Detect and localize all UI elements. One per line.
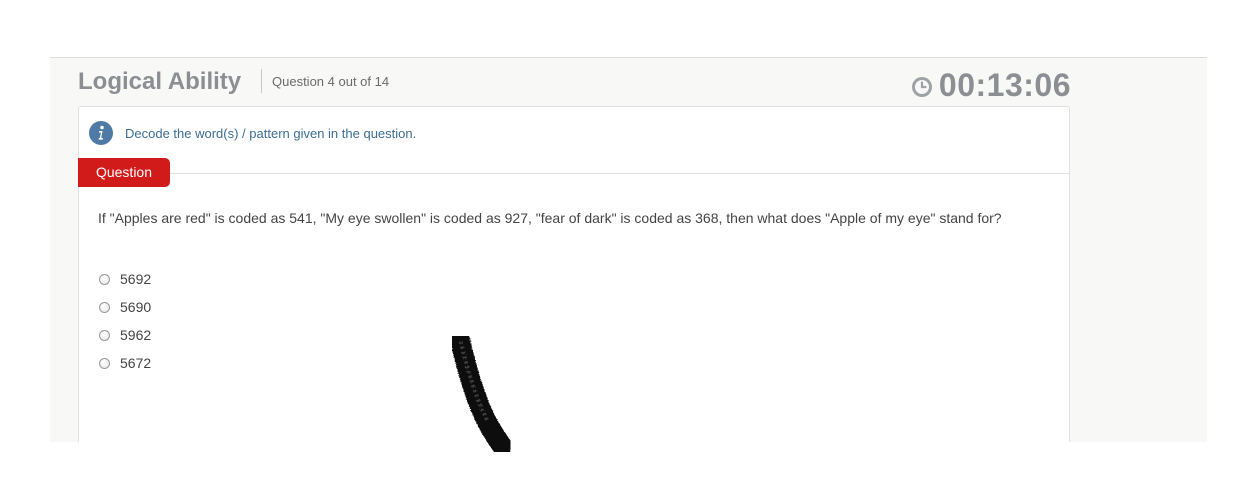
info-icon (89, 121, 113, 145)
clock-icon (911, 77, 932, 97)
test-header: Logical Ability Question 4 out of 14 00:… (78, 66, 1070, 106)
scribble-mark (452, 336, 512, 452)
option-1[interactable]: 5692 (99, 265, 151, 293)
option-4-label[interactable]: 5672 (120, 355, 151, 371)
question-counter: Question 4 out of 14 (272, 74, 390, 89)
answer-options: 5692 5690 5962 5672 (99, 265, 151, 377)
option-2[interactable]: 5690 (99, 293, 151, 321)
section-title: Logical Ability (78, 68, 242, 95)
option-1-radio[interactable] (99, 273, 110, 285)
instruction-text: Decode the word(s) / pattern given in th… (125, 125, 417, 141)
tab-question[interactable]: Question (78, 158, 170, 187)
test-frame: Logical Ability Question 4 out of 14 00:… (50, 57, 1207, 442)
question-text: If "Apples are red" is coded as 541, "My… (98, 210, 1002, 226)
option-1-label[interactable]: 5692 (120, 271, 151, 287)
option-3-radio[interactable] (99, 329, 110, 341)
option-2-radio[interactable] (99, 301, 110, 313)
option-3[interactable]: 5962 (99, 321, 151, 349)
timer-value: 00:13:06 (938, 67, 1071, 103)
option-4-radio[interactable] (99, 357, 110, 369)
header-divider (261, 69, 262, 93)
tab-divider (79, 173, 1069, 174)
option-2-label[interactable]: 5690 (120, 299, 151, 315)
option-4[interactable]: 5672 (99, 349, 151, 377)
instruction-banner: Decode the word(s) / pattern given in th… (89, 121, 416, 145)
countdown-timer: 00:13:06 (911, 67, 1071, 104)
option-3-label[interactable]: 5962 (120, 327, 151, 343)
page: Logical Ability Question 4 out of 14 00:… (0, 0, 1257, 491)
question-panel: Decode the word(s) / pattern given in th… (78, 106, 1070, 442)
